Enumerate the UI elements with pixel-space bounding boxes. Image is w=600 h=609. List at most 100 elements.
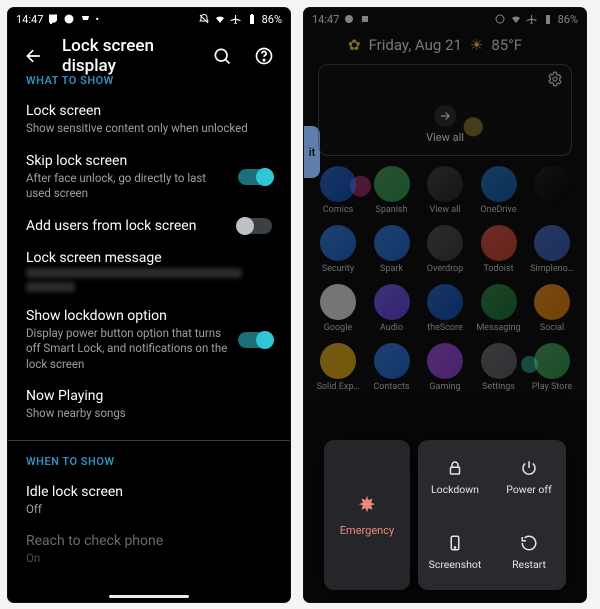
app-icon xyxy=(481,343,517,379)
app-icon xyxy=(481,225,517,261)
app-contacts[interactable]: Contacts xyxy=(368,343,416,392)
item-now-playing[interactable]: Now Playing Show nearby songs xyxy=(26,380,272,430)
item-sub: Show nearby songs xyxy=(26,406,272,422)
dnd-icon xyxy=(198,13,210,25)
app-grid[interactable]: ComicsSpanish View all OneDrive Security Spa… xyxy=(304,166,586,392)
settings-list[interactable]: WHAT TO SHOW Lock screen Show sensitive … xyxy=(8,60,290,602)
restart-icon xyxy=(520,534,538,552)
app-icon xyxy=(481,166,517,202)
wifi-icon xyxy=(214,13,226,25)
sun-icon: ☀ xyxy=(470,36,483,54)
arrow-right-icon xyxy=(434,105,456,127)
item-sub: Show sensitive content only when unlocke… xyxy=(26,121,272,137)
status-bar: 14:47 86% xyxy=(304,8,586,30)
app-icon xyxy=(427,284,463,320)
app-google[interactable]: Google xyxy=(314,284,362,333)
item-show-lockdown[interactable]: Show lockdown option Display power butto… xyxy=(26,300,272,381)
app-icon xyxy=(374,166,410,202)
app-icon xyxy=(320,225,356,261)
wifi-icon xyxy=(510,13,522,25)
app-label: theScore xyxy=(421,323,469,333)
app-icon xyxy=(534,284,570,320)
app-play-store[interactable]: Play Store xyxy=(528,343,576,392)
app-security[interactable]: Security xyxy=(314,225,362,274)
item-title: Skip lock screen xyxy=(26,153,228,169)
app-label: OneDrive xyxy=(475,205,523,215)
app-icon xyxy=(427,225,463,261)
item-reach-to-check[interactable]: Reach to check phone On xyxy=(26,525,272,575)
screenshot-button[interactable]: Screenshot xyxy=(418,515,492,590)
app-label: Contacts xyxy=(368,382,416,392)
app-blank[interactable] xyxy=(528,166,576,215)
item-sub: On xyxy=(26,551,272,567)
toggle-lockdown[interactable] xyxy=(238,332,272,348)
item-add-users[interactable]: Add users from lock screen xyxy=(26,210,272,242)
toggle-skip[interactable] xyxy=(238,169,272,185)
glance-view-all[interactable]: View all xyxy=(426,105,464,144)
app-icon xyxy=(374,343,410,379)
glance-date: Friday, Aug 21 xyxy=(369,36,462,54)
gesture-bar[interactable] xyxy=(109,595,189,598)
item-title: Lock screen message xyxy=(26,250,272,266)
restart-button[interactable]: Restart xyxy=(492,515,566,590)
screenshot-icon xyxy=(446,534,464,552)
app-gaming[interactable]: Gaming xyxy=(421,343,469,392)
app-todoist[interactable]: Todoist xyxy=(475,225,523,274)
power-label: Power off xyxy=(506,483,551,496)
airplane-icon xyxy=(230,13,242,25)
app-spanish[interactable]: Spanish xyxy=(368,166,416,215)
emergency-icon xyxy=(356,494,378,516)
app-spark[interactable]: Spark xyxy=(368,225,416,274)
home-screen: 14:47 86% ✿ Friday, Aug 21 ☀ 85°F it xyxy=(304,8,586,602)
app-label: Messaging xyxy=(475,323,523,333)
power-label: Restart xyxy=(512,558,546,571)
item-skip-lock-screen[interactable]: Skip lock screen After face unlock, go d… xyxy=(26,145,272,210)
app-label: Social xyxy=(528,323,576,333)
at-a-glance[interactable]: ✿ Friday, Aug 21 ☀ 85°F xyxy=(304,30,586,60)
item-sub: After face unlock, go directly to last u… xyxy=(26,171,228,202)
section-what-to-show: WHAT TO SHOW xyxy=(26,74,272,87)
item-lock-screen[interactable]: Lock screen Show sensitive content only … xyxy=(26,95,272,145)
item-title: Show lockdown option xyxy=(26,308,228,324)
app-icon xyxy=(534,343,570,379)
app-icon xyxy=(534,166,570,202)
app-audio[interactable]: Audio xyxy=(368,284,416,333)
item-idle-lock-screen[interactable]: Idle lock screen Off xyxy=(26,476,272,526)
app-settings[interactable]: Settings xyxy=(475,343,523,392)
app-comics[interactable]: Comics xyxy=(314,166,362,215)
glance-settings-button[interactable] xyxy=(547,71,563,91)
dnd-icon xyxy=(494,13,506,25)
app-icon xyxy=(320,343,356,379)
view-all-label: View all xyxy=(426,131,464,144)
app-overdrop[interactable]: Overdrop xyxy=(421,225,469,274)
app-icon xyxy=(534,225,570,261)
app-icon xyxy=(374,225,410,261)
app-label: View all xyxy=(421,205,469,215)
app-icon xyxy=(374,284,410,320)
item-title: Add users from lock screen xyxy=(26,218,228,234)
app-solid-exp-[interactable]: Solid Exp… xyxy=(314,343,362,392)
emergency-button[interactable]: Emergency xyxy=(324,440,410,590)
glance-temp: 85°F xyxy=(491,36,522,54)
app-label: Spark xyxy=(368,264,416,274)
app-social[interactable]: Social xyxy=(528,284,576,333)
app-thescore[interactable]: theScore xyxy=(421,284,469,333)
power-off-button[interactable]: Power off xyxy=(492,440,566,515)
battery-icon xyxy=(246,13,258,25)
dot-icon: • xyxy=(95,13,99,26)
settings-screen: 14:47 • 86% Lock screen display WHAT TO … xyxy=(8,8,290,602)
toggle-add-users[interactable] xyxy=(238,218,272,234)
app-label: Todoist xyxy=(475,264,523,274)
glance-card[interactable]: View all xyxy=(318,64,572,156)
power-label: Lockdown xyxy=(431,483,479,496)
app-label: Gaming xyxy=(421,382,469,392)
lockdown-button[interactable]: Lockdown xyxy=(418,440,492,515)
app-onedrive[interactable]: OneDrive xyxy=(475,166,523,215)
power-icon xyxy=(520,459,538,477)
item-sub: Display power button option that turns o… xyxy=(26,326,228,373)
app-messaging[interactable]: Messaging xyxy=(475,284,523,333)
app-view-all[interactable]: View all xyxy=(421,166,469,215)
item-lock-screen-message[interactable]: Lock screen message xyxy=(26,242,272,300)
app-label: Audio xyxy=(368,323,416,333)
app-simpleno-[interactable]: Simpleno… xyxy=(528,225,576,274)
